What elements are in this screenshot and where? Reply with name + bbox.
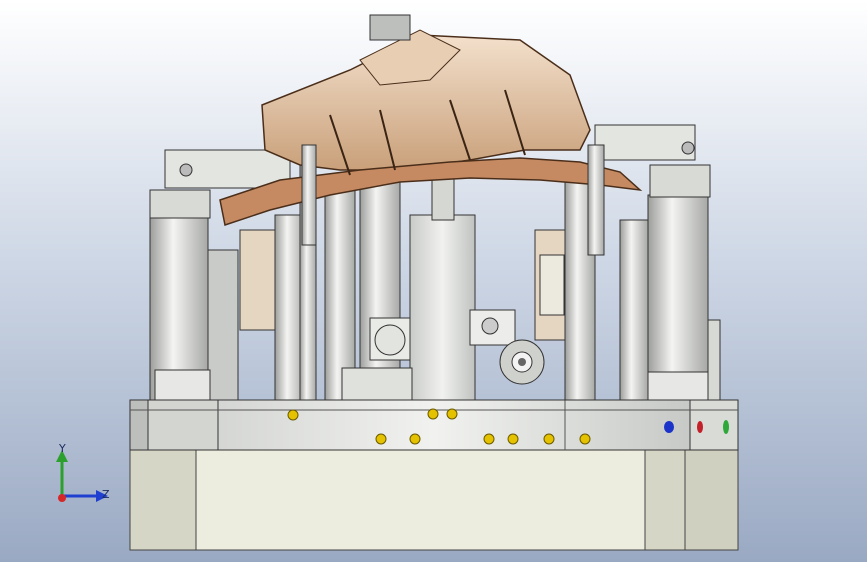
base-block bbox=[129, 449, 739, 551]
fixture-model[interactable] bbox=[0, 0, 867, 562]
triad-z-label: Z bbox=[102, 488, 110, 501]
base-plate bbox=[129, 399, 739, 451]
right-clamp-column bbox=[594, 124, 721, 401]
triad-y-label: Y bbox=[59, 442, 66, 455]
cad-viewport[interactable] bbox=[0, 0, 867, 562]
coordinate-triad: Y Z bbox=[40, 438, 120, 510]
